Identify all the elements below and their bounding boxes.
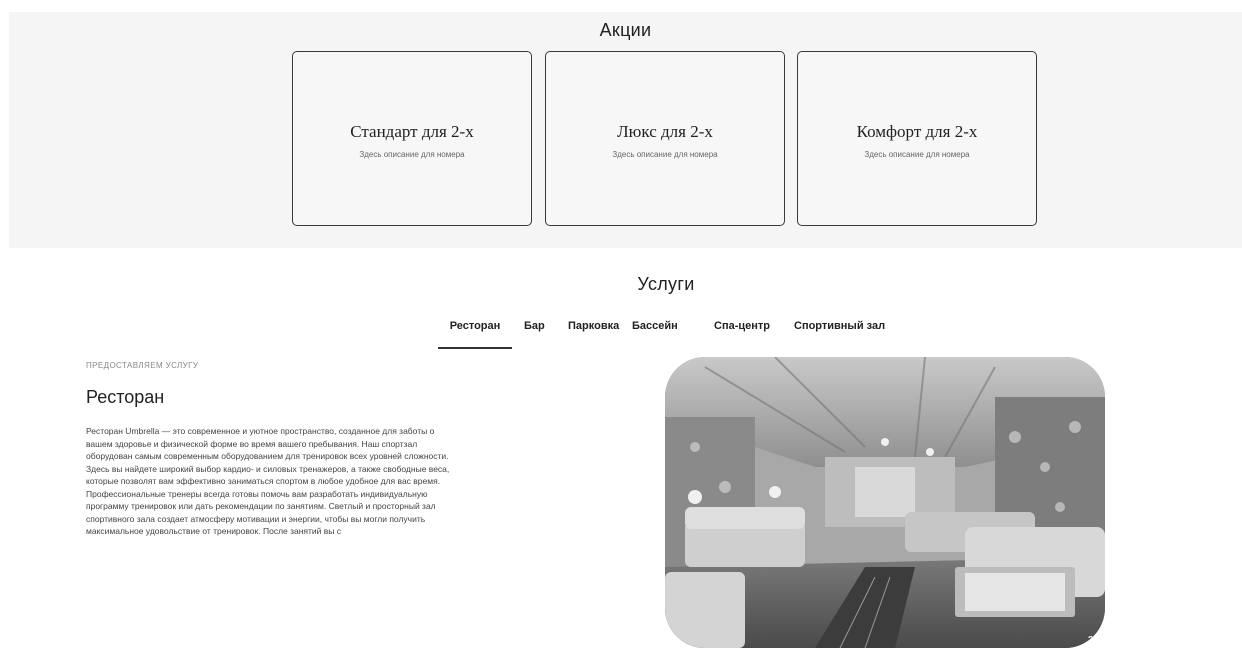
service-eyebrow: ПРЕДОСТАВЛЯЕМ УСЛУГУ xyxy=(86,361,199,370)
promotions-section: Акции Стандарт для 2-х Здесь описание дл… xyxy=(9,12,1242,248)
promo-card-description: Здесь описание для номера xyxy=(359,150,465,159)
promo-card-standard[interactable]: Стандарт для 2-х Здесь описание для номе… xyxy=(292,51,532,226)
promo-card-description: Здесь описание для номера xyxy=(864,150,970,159)
restaurant-interior-image xyxy=(665,357,1105,648)
promo-card-title: Люкс для 2-х xyxy=(617,122,713,141)
promo-card-comfort[interactable]: Комфорт для 2-х Здесь описание для номер… xyxy=(797,51,1037,226)
tab-restaurant[interactable]: Ресторан xyxy=(438,316,512,349)
tab-pool[interactable]: Бассейн xyxy=(632,316,678,347)
services-title: Услуги xyxy=(637,274,695,294)
promo-card-lux[interactable]: Люкс для 2-х Здесь описание для номера xyxy=(545,51,785,226)
promotions-title: Акции xyxy=(599,20,652,40)
tab-gym[interactable]: Спортивный зал xyxy=(794,316,885,347)
service-description: Ресторан Umbrella — это современное и ую… xyxy=(86,426,450,536)
tab-bar[interactable]: Бар xyxy=(524,316,545,347)
restaurant-photo: 20 xyxy=(665,357,1105,648)
promo-card-title: Комфорт для 2-х xyxy=(856,122,978,141)
promo-card-title: Стандарт для 2-х xyxy=(350,122,474,141)
photo-caption: 20 xyxy=(1087,635,1099,646)
tab-parking[interactable]: Парковка xyxy=(568,316,619,347)
promo-card-description: Здесь описание для номера xyxy=(612,150,718,159)
tab-spa[interactable]: Спа-центр xyxy=(714,316,770,347)
service-heading: Ресторан xyxy=(86,387,165,407)
